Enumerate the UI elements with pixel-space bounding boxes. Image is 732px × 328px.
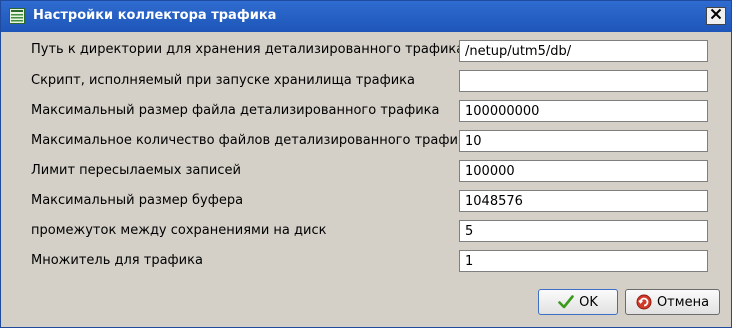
title-bar[interactable]: Настройки коллектора трафика [1, 1, 731, 32]
field-label-startup-script: Скрипт, исполняемый при запуске хранилищ… [31, 73, 415, 88]
field-label-max-buffer: Максимальный размер буфера [31, 193, 244, 208]
field-label-traffic-multiplier: Множитель для трафика [31, 253, 203, 268]
startup-script-input[interactable] [459, 70, 708, 92]
save-interval-input[interactable] [459, 220, 708, 242]
record-limit-input[interactable] [459, 160, 708, 182]
max-file-count-input[interactable] [459, 130, 708, 152]
max-file-size-input[interactable] [459, 100, 708, 122]
collector-settings-dialog: Настройки коллектора трафика Путь к дире… [0, 0, 732, 328]
traffic-dir-input[interactable] [459, 40, 708, 62]
checkmark-icon [558, 295, 574, 309]
cancel-label: Отмена [656, 294, 710, 310]
traffic-multiplier-input[interactable] [459, 250, 708, 272]
cancel-icon [636, 294, 652, 310]
table-icon [9, 8, 25, 24]
field-label-record-limit: Лимит пересылаемых записей [31, 163, 241, 178]
close-icon [710, 8, 722, 24]
ok-button[interactable]: OK [538, 289, 618, 315]
dialog-title: Настройки коллектора трафика [33, 8, 277, 23]
field-label-max-file-count: Максимальное количество файлов детализир… [31, 133, 474, 148]
close-button[interactable] [706, 7, 726, 25]
field-label-save-interval: промежуток между сохранениями на диск [31, 223, 327, 238]
ok-label: OK [579, 294, 598, 310]
cancel-button[interactable]: Отмена [625, 289, 720, 315]
field-label-traffic-dir: Путь к директории для хранения детализир… [31, 42, 465, 57]
max-buffer-input[interactable] [459, 190, 708, 212]
field-label-max-file-size: Максимальный размер файла детализированн… [31, 103, 440, 118]
